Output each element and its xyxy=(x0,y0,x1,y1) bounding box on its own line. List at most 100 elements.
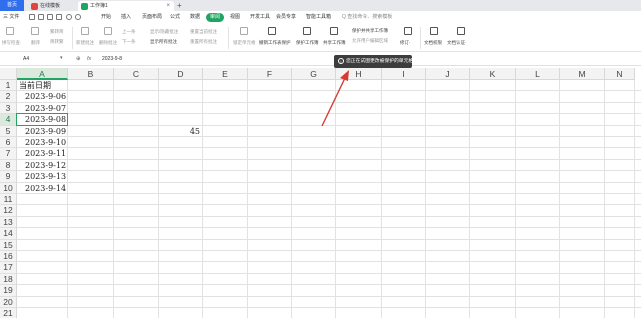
cell-a3[interactable]: 2023-9-07 xyxy=(25,103,66,114)
reset-all-comments-button[interactable]: 重置所有批注 xyxy=(190,39,217,45)
row-header-4[interactable]: 4 xyxy=(0,114,17,126)
row-header-15[interactable]: 15 xyxy=(0,239,17,251)
column-header-e[interactable]: E xyxy=(203,68,248,80)
unprotect-sheet-button[interactable]: 撤销工作表保护 xyxy=(259,40,291,46)
file-menu[interactable]: 三 文件 xyxy=(3,13,19,22)
column-header-n[interactable]: N xyxy=(605,68,635,80)
export-icon[interactable] xyxy=(56,14,62,20)
column-header-h[interactable]: H xyxy=(336,68,382,80)
cell-a9[interactable]: 2023-9-13 xyxy=(25,171,66,182)
undo-icon[interactable] xyxy=(66,14,72,20)
tab-online-templates[interactable]: 在线模板 xyxy=(28,1,78,11)
menu-member[interactable]: 会员专享 xyxy=(276,13,296,22)
document-permission-button[interactable]: 文档权限 xyxy=(424,40,442,46)
tab-workbook1[interactable]: 工作簿1 × xyxy=(78,1,174,11)
menu-data[interactable]: 数据 xyxy=(190,13,200,22)
menu-review[interactable]: 审阅 xyxy=(206,13,225,22)
prev-comment-button[interactable]: 上一条 xyxy=(122,29,136,35)
cell-a4[interactable]: 2023-9-08 xyxy=(25,114,66,125)
row-header-20[interactable]: 20 xyxy=(0,296,17,308)
cell-area[interactable]: 当前日期 2023-9-06 2023-9-07 2023-9-08 2023-9-09… xyxy=(16,80,641,318)
cell-a7[interactable]: 2023-9-11 xyxy=(25,148,66,159)
row-header-12[interactable]: 12 xyxy=(0,205,17,217)
name-box[interactable]: A4 xyxy=(6,55,68,64)
column-header-f[interactable]: F xyxy=(248,68,292,80)
row-header-11[interactable]: 11 xyxy=(0,194,17,206)
column-header-l[interactable]: L xyxy=(516,68,560,80)
redo-icon[interactable] xyxy=(75,14,81,20)
row-header-10[interactable]: 10 xyxy=(0,182,17,194)
row-header-7[interactable]: 7 xyxy=(0,148,17,160)
menu-view[interactable]: 视图 xyxy=(230,13,240,22)
share-workbook-button[interactable]: 共享工作簿 xyxy=(323,40,346,46)
translate-button[interactable]: 翻译 xyxy=(31,40,40,46)
row-header-9[interactable]: 9 xyxy=(0,171,17,183)
protect-workbook-button[interactable]: 保护工作簿 xyxy=(296,40,319,46)
column-header-i[interactable]: I xyxy=(382,68,426,80)
cell-a5[interactable]: 2023-9-09 xyxy=(25,126,66,137)
track-changes-button[interactable]: 修订· xyxy=(400,40,411,46)
protect-share-button[interactable]: 保护并共享工作簿 xyxy=(352,28,388,34)
delete-comment-button[interactable]: 删除批注 xyxy=(99,40,117,46)
column-header-a[interactable]: A xyxy=(17,68,68,80)
print-icon[interactable] xyxy=(38,14,44,20)
new-tab-button[interactable]: + xyxy=(177,0,182,11)
row-header-8[interactable]: 8 xyxy=(0,159,17,172)
cell-a2[interactable]: 2023-9-06 xyxy=(25,91,66,102)
row-header-18[interactable]: 18 xyxy=(0,273,17,286)
row-header-14[interactable]: 14 xyxy=(0,228,17,240)
row-header-19[interactable]: 19 xyxy=(0,285,17,297)
new-comment-button[interactable]: 新建批注 xyxy=(76,40,94,46)
simp-trad-button[interactable]: 繁转简 xyxy=(50,29,64,35)
close-tab-icon[interactable]: × xyxy=(166,1,170,11)
fx-icon[interactable]: fx xyxy=(87,55,91,64)
row-header-13[interactable]: 13 xyxy=(0,216,17,229)
trad-simp-button[interactable]: 简转繁 xyxy=(50,39,64,45)
allow-edit-ranges-button[interactable]: 允许用户编辑区域 xyxy=(352,38,388,44)
column-header-k[interactable]: K xyxy=(470,68,516,80)
cell-d5[interactable]: 45 xyxy=(159,126,200,137)
row-header-1[interactable]: 1 xyxy=(0,80,17,92)
column-header-c[interactable]: C xyxy=(114,68,159,80)
chevron-down-icon[interactable]: ▾ xyxy=(60,55,63,61)
reset-current-comment-button[interactable]: 重置当前批注 xyxy=(190,29,217,35)
divider xyxy=(228,27,229,49)
column-header-d[interactable]: D xyxy=(159,68,203,80)
cell-a6[interactable]: 2023-9-10 xyxy=(25,137,66,148)
select-all-corner[interactable] xyxy=(0,68,17,80)
spell-check-button[interactable]: 拼写检查· xyxy=(2,40,22,46)
gridline xyxy=(17,147,641,149)
formula-input[interactable]: 2023-9-8 xyxy=(102,55,122,64)
zoom-icon[interactable]: ⊕ xyxy=(76,55,81,64)
lock-cell-button[interactable]: 锁定单元格 xyxy=(233,40,256,46)
preview-icon[interactable] xyxy=(47,14,53,20)
cell-a1[interactable]: 当前日期 xyxy=(19,80,51,91)
cell-a10[interactable]: 2023-9-14 xyxy=(25,183,66,194)
gridline xyxy=(113,80,114,318)
show-all-comments-button[interactable]: 显示所有批注 xyxy=(150,39,177,45)
cell-a8[interactable]: 2023-9-12 xyxy=(25,160,66,171)
menu-start[interactable]: 开始 xyxy=(101,13,111,22)
menu-developer[interactable]: 开发工具 xyxy=(250,13,270,22)
row-header-6[interactable]: 6 xyxy=(0,137,17,149)
row-header-21[interactable]: 21 xyxy=(0,308,17,318)
row-header-17[interactable]: 17 xyxy=(0,262,17,274)
column-header-g[interactable]: G xyxy=(292,68,336,80)
command-search[interactable]: Q 查找命令、搜索模板 xyxy=(342,13,392,22)
row-header-3[interactable]: 3 xyxy=(0,102,17,115)
next-comment-button[interactable]: 下一条 xyxy=(122,39,136,45)
menu-insert[interactable]: 插入 xyxy=(121,13,131,22)
column-header-m[interactable]: M xyxy=(560,68,605,80)
row-header-16[interactable]: 16 xyxy=(0,251,17,263)
row-header-5[interactable]: 5 xyxy=(0,125,17,137)
menu-formula[interactable]: 公式 xyxy=(170,13,180,22)
save-icon[interactable] xyxy=(29,14,35,20)
menu-smart-tools[interactable]: 智能工具箱 xyxy=(306,13,331,22)
column-header-j[interactable]: J xyxy=(426,68,470,80)
menu-page-layout[interactable]: 页面布局 xyxy=(142,13,162,22)
document-certification-button[interactable]: 文档认证· xyxy=(447,40,467,46)
home-tab[interactable]: 首页 xyxy=(0,0,24,11)
row-header-2[interactable]: 2 xyxy=(0,91,17,103)
show-hide-comment-button[interactable]: 显示/隐藏批注 xyxy=(150,29,178,35)
column-header-b[interactable]: B xyxy=(68,68,114,80)
